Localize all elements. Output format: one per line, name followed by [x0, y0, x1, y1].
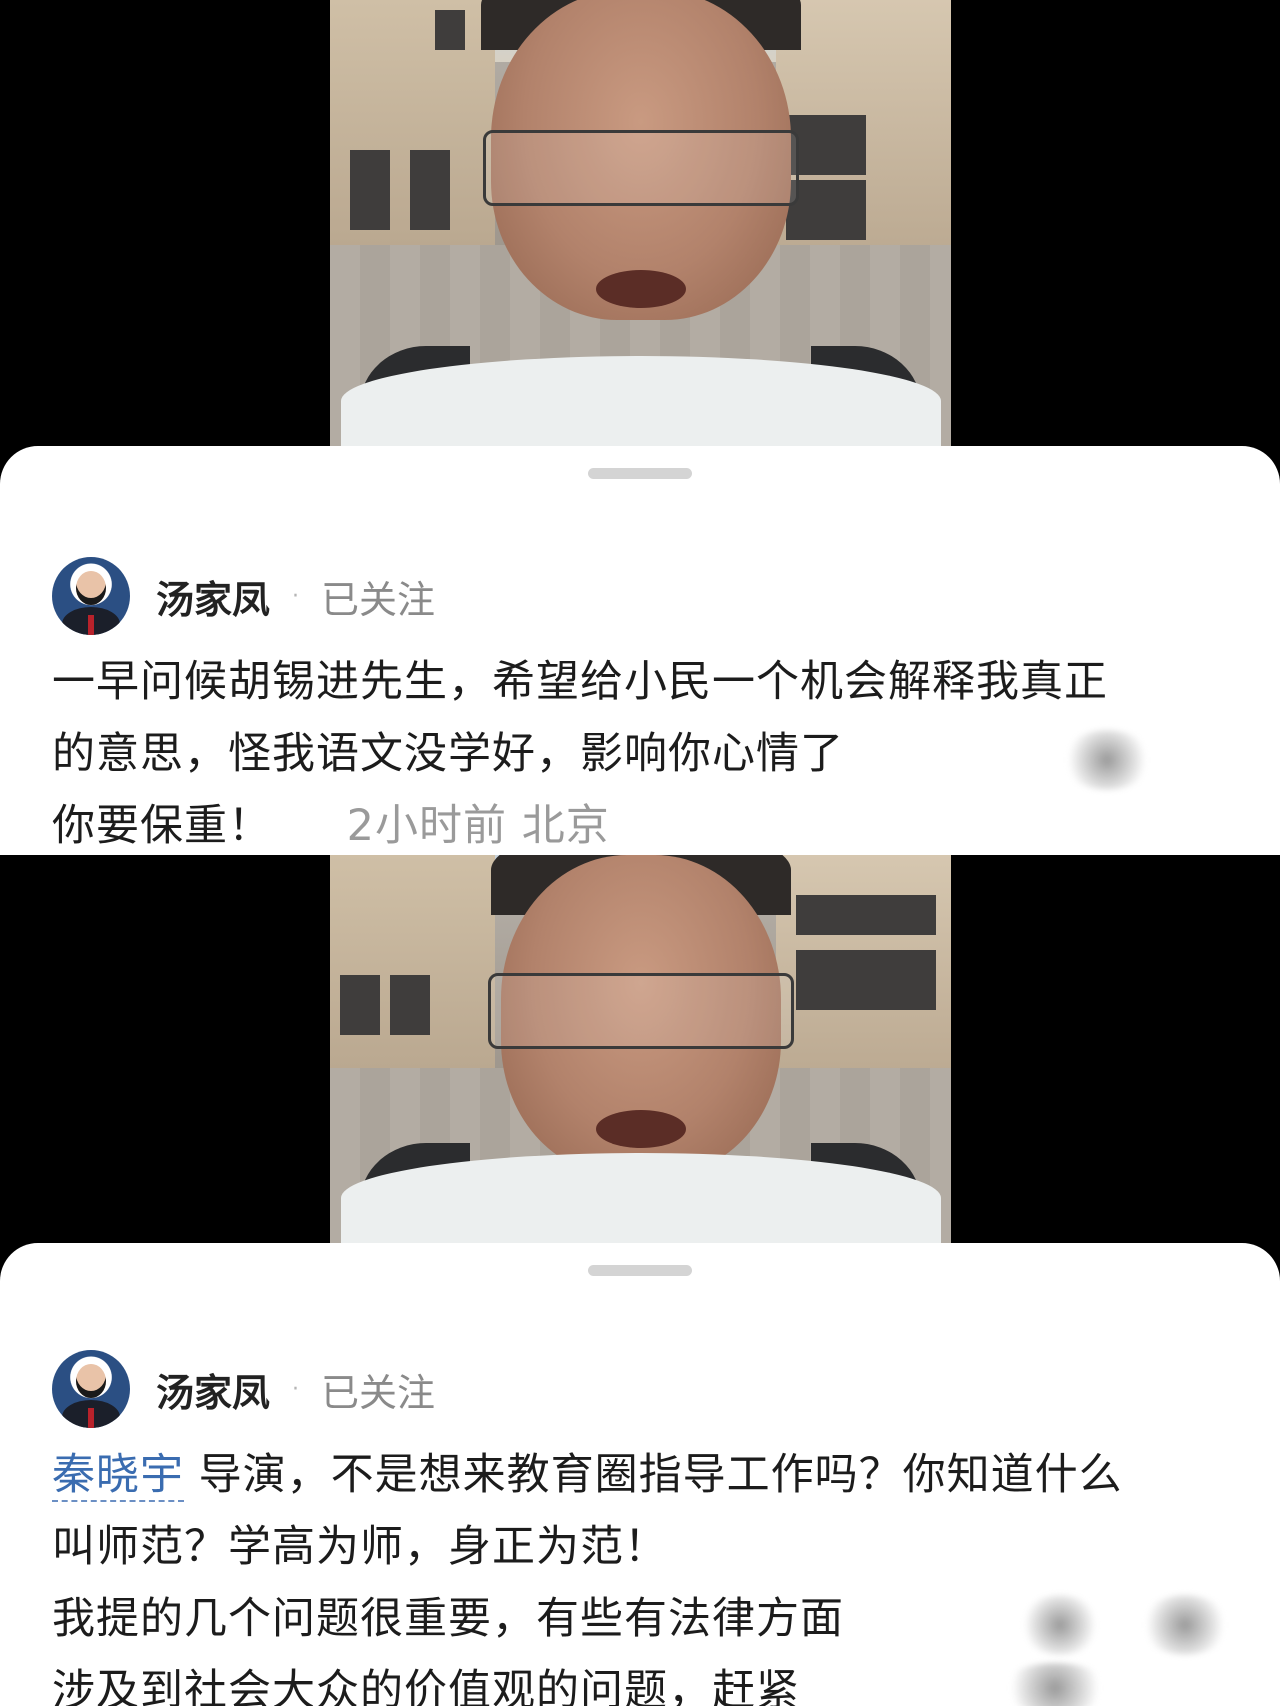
mouth — [595, 1110, 686, 1148]
follow-status[interactable]: 已关注 — [321, 569, 435, 624]
building-right — [776, 0, 951, 259]
post-line: 你要保重！ — [52, 801, 272, 851]
post-line-last: 你要保重！ 2小时前 北京 — [52, 790, 1232, 855]
author-row[interactable]: 汤家凤 · 已关注 — [52, 556, 435, 636]
separator-dot: · — [292, 583, 300, 609]
author-name[interactable]: 汤家凤 — [156, 1362, 270, 1417]
post-time: 2小时前 — [346, 801, 508, 851]
building-left — [330, 855, 495, 1081]
separator-dot: · — [292, 1376, 300, 1402]
post-card: 汤家凤 · 已关注 秦晓宇 导演，不是想来教育圈指导工作吗？你知道什么 叫师范？… — [0, 1243, 1280, 1706]
author-row[interactable]: 汤家凤 · 已关注 — [52, 1349, 435, 1429]
post-card: 汤家凤 · 已关注 一早问候胡锡进先生，希望给小民一个机会解释我真正 的意思，怪… — [0, 446, 1280, 855]
white-shirt — [340, 1153, 941, 1243]
mouth — [595, 270, 686, 308]
glasses — [482, 130, 799, 206]
blur-artifact — [1140, 1595, 1230, 1655]
drag-handle[interactable] — [588, 468, 692, 479]
post-line: 叫师范？学高为师，身正为范！ — [52, 1522, 668, 1572]
building-right — [776, 855, 951, 1081]
follow-status[interactable]: 已关注 — [321, 1362, 435, 1417]
avatar[interactable] — [52, 557, 130, 635]
glasses — [487, 973, 794, 1049]
post-body: 一早问候胡锡进先生，希望给小民一个机会解释我真正 的意思，怪我语文没学好，影响你… — [52, 646, 1232, 855]
white-shirt — [340, 356, 941, 446]
avatar[interactable] — [52, 1350, 130, 1428]
mention-link[interactable]: 秦晓宇 — [52, 1450, 184, 1502]
blur-artifact — [1062, 730, 1152, 790]
building-left — [330, 0, 495, 259]
post-location: 北京 — [521, 801, 610, 851]
post-line: 导演，不是想来教育圈指导工作吗？你知道什么 — [198, 1450, 1123, 1500]
author-name[interactable]: 汤家凤 — [156, 569, 270, 624]
blur-artifact — [1000, 1663, 1110, 1706]
post-line: 一早问候胡锡进先生，希望给小民一个机会解释我真正 — [52, 657, 1108, 707]
video-frame[interactable] — [330, 855, 951, 1243]
post-line-first: 秦晓宇 导演，不是想来教育圈指导工作吗？你知道什么 — [52, 1439, 1232, 1511]
post-line: 的意思，怪我语文没学好，影响你心情了 — [52, 729, 844, 779]
drag-handle[interactable] — [588, 1265, 692, 1276]
blur-artifact — [1020, 1595, 1100, 1655]
video-frame[interactable] — [330, 0, 951, 446]
